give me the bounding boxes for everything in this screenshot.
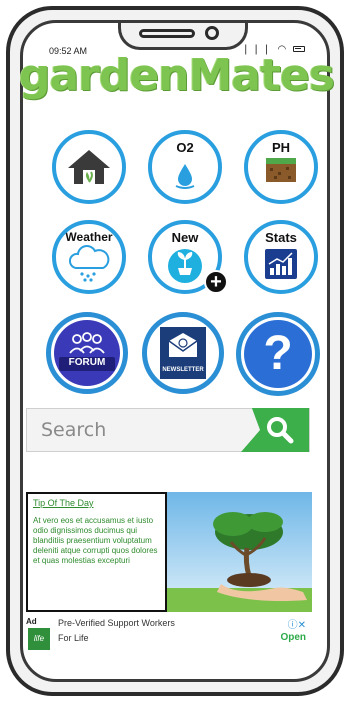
ad-logo: life xyxy=(28,628,50,650)
search-bar xyxy=(26,408,310,452)
weather-tile[interactable]: Weather xyxy=(52,220,126,294)
newsletter-icon xyxy=(160,327,206,379)
newsletter-tile[interactable]: NEWSLETTER xyxy=(142,312,224,394)
tip-of-the-day: Tip Of The Day At vero eos et accusamus … xyxy=(26,492,167,612)
help-label: ? xyxy=(263,327,293,380)
add-icon[interactable]: + xyxy=(204,270,228,294)
bar-chart-icon xyxy=(265,249,297,279)
forum-icon xyxy=(54,320,120,386)
ad-open-button[interactable]: Open xyxy=(280,632,306,643)
speaker-icon xyxy=(139,29,195,38)
tip-body: At vero eos et accusamus et iusto odio d… xyxy=(33,516,158,565)
search-button[interactable] xyxy=(241,408,309,452)
forum-label: FORUM xyxy=(68,357,106,368)
plant-in-hands-image xyxy=(167,492,312,612)
home-tile[interactable] xyxy=(52,130,126,204)
stats-tile[interactable]: Stats xyxy=(244,220,318,294)
search-icon xyxy=(267,417,294,444)
rain-cloud-icon xyxy=(68,245,110,282)
plant-illustration xyxy=(167,492,312,612)
ad-title: Pre-Verified Support Workers xyxy=(58,618,175,628)
tile-grid: O2 PH Weather New + Stats FORUM NEWSLETT… xyxy=(14,118,320,396)
search-input[interactable] xyxy=(27,409,249,451)
o2-tile[interactable]: O2 xyxy=(148,130,222,204)
forum-tile[interactable]: FORUM xyxy=(46,312,128,394)
water-drop-icon xyxy=(175,164,195,189)
greenhouse-icon xyxy=(68,150,110,184)
camera-icon xyxy=(205,26,219,40)
ad-label: Ad xyxy=(26,617,37,626)
ad-close-icon[interactable]: ⓘ✕ xyxy=(288,616,306,631)
ph-tile[interactable]: PH xyxy=(244,130,318,204)
app-logo: gardenMates xyxy=(18,50,335,101)
soil-icon xyxy=(266,158,296,182)
phone-notch xyxy=(118,23,248,50)
tip-title: Tip Of The Day xyxy=(33,498,94,508)
ad-subtitle: For Life xyxy=(58,633,89,643)
help-tile[interactable]: ? xyxy=(236,312,320,396)
newsletter-label: NEWSLETTER xyxy=(162,367,204,373)
ad-banner[interactable]: Ad life Pre-Verified Support Workers For… xyxy=(24,614,312,654)
